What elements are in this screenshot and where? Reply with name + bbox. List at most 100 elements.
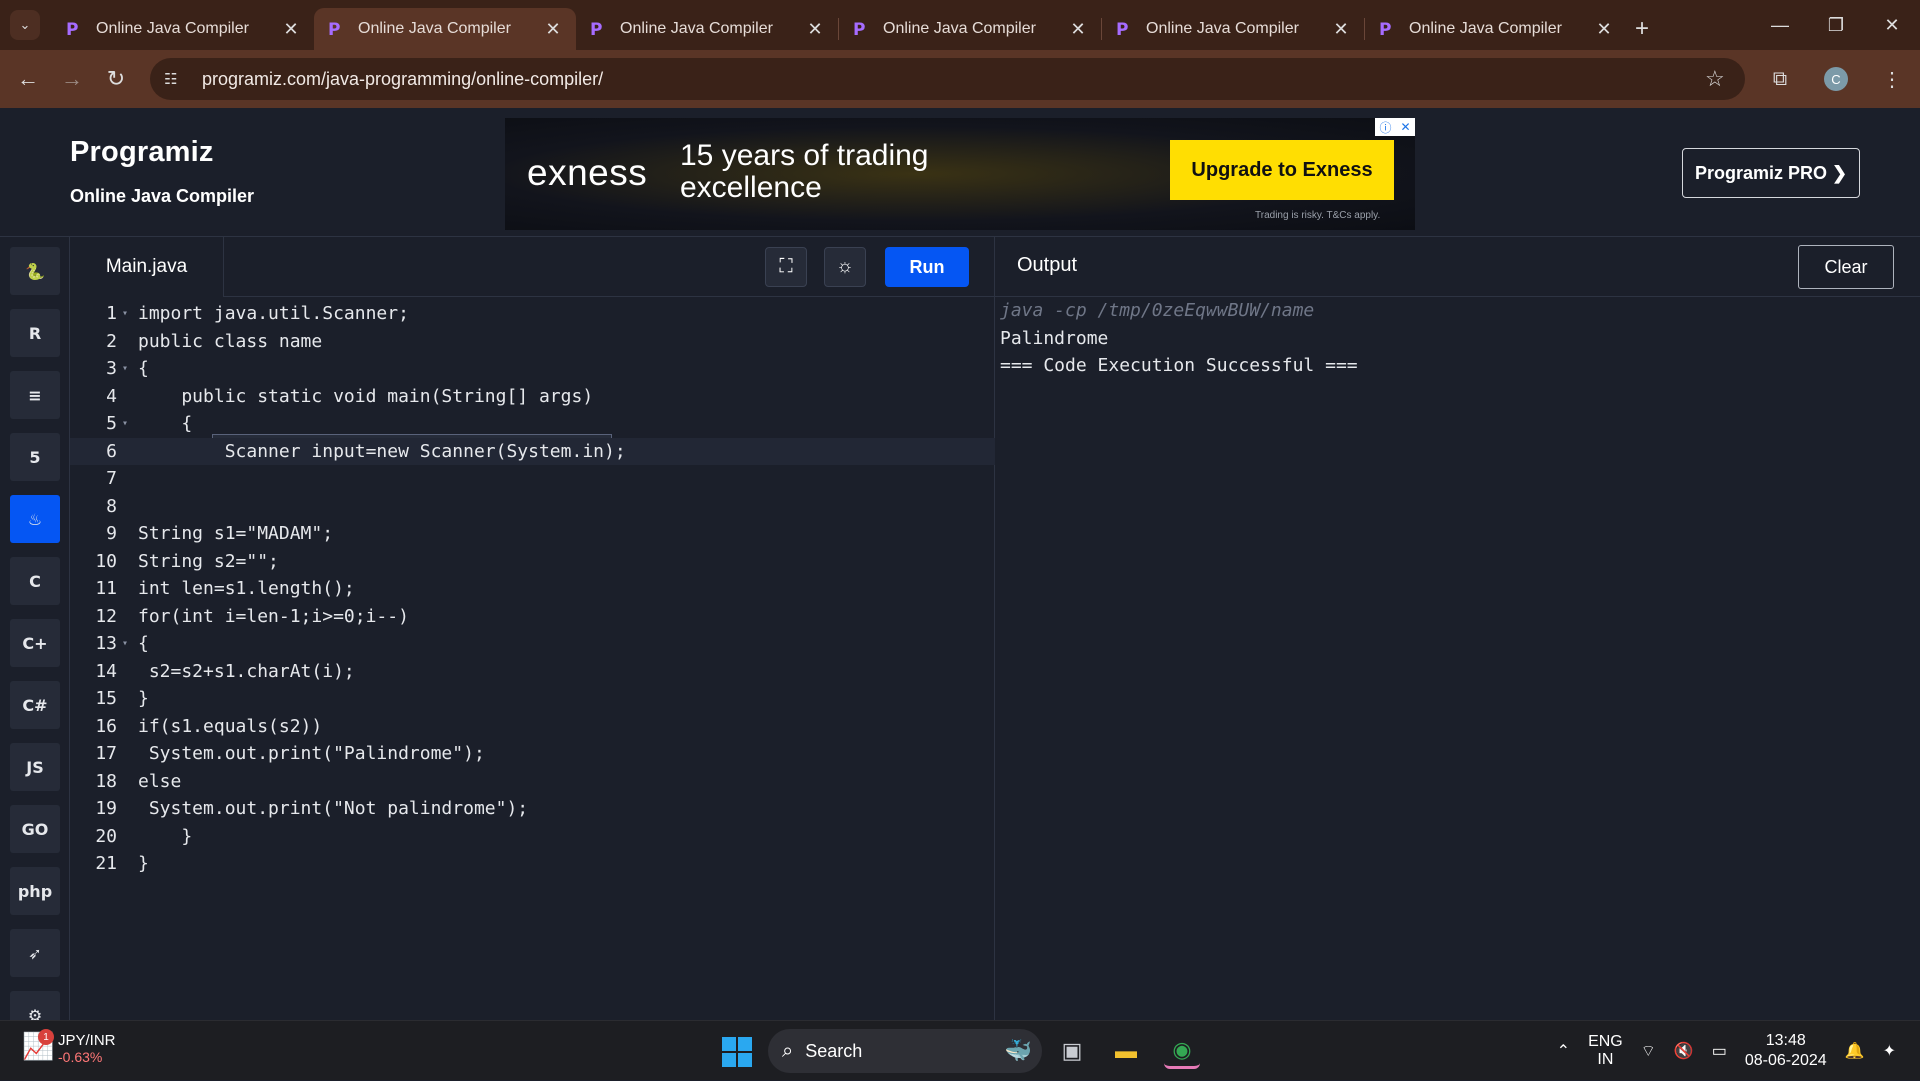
code-text[interactable]: String s1="MADAM"; — [138, 520, 333, 547]
code-text[interactable]: Scanner input=new Scanner(System.in); — [138, 438, 626, 465]
tab-search-button[interactable]: ⌄ — [10, 10, 40, 40]
fold-arrow-icon[interactable]: ▾ — [122, 630, 128, 657]
java-icon[interactable]: ♨ — [10, 495, 60, 543]
code-text[interactable]: } — [138, 850, 149, 877]
code-line[interactable]: 1 ▾ import java.util.Scanner; — [70, 300, 995, 327]
code-line[interactable]: 12 for(int i=len-1;i>=0;i--) — [70, 603, 995, 630]
code-line[interactable]: 3 ▾ { — [70, 355, 995, 382]
browser-menu-icon[interactable]: ⋮ — [1864, 67, 1920, 92]
code-line[interactable]: 18 else — [70, 768, 995, 795]
code-line[interactable]: 15} — [70, 685, 995, 712]
code-text[interactable]: { — [138, 410, 192, 437]
ad-banner[interactable]: exness 15 years of trading excellence Up… — [505, 118, 1415, 230]
input-language[interactable]: ENG IN — [1588, 1033, 1623, 1069]
bookmark-star-icon[interactable]: ☆ — [1705, 66, 1745, 92]
code-text[interactable]: String s2=""; — [138, 548, 279, 575]
close-tab-icon[interactable]: ✕ — [544, 19, 562, 40]
code-text[interactable]: for(int i=len-1;i>=0;i--) — [138, 603, 409, 630]
go-icon[interactable]: GO — [10, 805, 60, 853]
sql-icon[interactable]: ≡ — [10, 371, 60, 419]
start-button[interactable] — [722, 1037, 752, 1067]
code-line[interactable]: 7 — [70, 465, 995, 492]
code-text[interactable]: System.out.print("Not palindrome"); — [138, 795, 528, 822]
c-icon[interactable]: C — [10, 557, 60, 605]
code-line[interactable]: 14 s2=s2+s1.charAt(i); — [70, 658, 995, 685]
close-tab-icon[interactable]: ✕ — [806, 19, 824, 40]
browser-tab[interactable]: P Online Java Compiler ✕ — [52, 8, 314, 50]
copilot-icon[interactable]: ✦ — [1883, 1041, 1896, 1061]
code-line[interactable]: 5 ▾ { — [70, 410, 995, 437]
browser-tab[interactable]: P Online Java Compiler ✕ — [1102, 8, 1364, 50]
html-icon[interactable]: 5 — [10, 433, 60, 481]
code-line[interactable]: 13 ▾ { — [70, 630, 995, 657]
swift-icon[interactable]: ➶ — [10, 929, 60, 977]
theme-toggle-button[interactable]: ☼ — [824, 247, 866, 287]
back-button[interactable]: ← — [6, 66, 50, 92]
cpp-icon[interactable]: C+ — [10, 619, 60, 667]
volume-muted-icon[interactable]: 🔇 — [1674, 1041, 1694, 1061]
reload-button[interactable]: ↻ — [94, 66, 138, 92]
code-line[interactable]: 6 Scanner input=new Scanner(System.in); — [70, 437, 995, 465]
code-text[interactable]: int len=s1.length(); — [138, 575, 355, 602]
code-text[interactable]: if(s1.equals(s2)) — [138, 713, 322, 740]
extensions-icon[interactable]: ⧉ — [1752, 68, 1808, 91]
code-line[interactable]: 9 String s1="MADAM"; — [70, 520, 995, 547]
site-info-icon[interactable]: ☷ — [164, 70, 186, 88]
code-line[interactable]: 11 int len=s1.length(); — [70, 575, 995, 602]
code-text[interactable]: System.out.print("Palindrome"); — [138, 740, 485, 767]
task-view-icon[interactable]: ▣ — [1054, 1033, 1090, 1069]
file-explorer-icon[interactable]: ▬ — [1108, 1033, 1144, 1069]
notification-bell-icon[interactable]: 🔔 — [1845, 1041, 1865, 1061]
ad-cta-button[interactable]: Upgrade to Exness — [1170, 140, 1394, 200]
code-line[interactable]: 20 } — [70, 823, 995, 850]
fold-arrow-icon[interactable]: ▾ — [122, 410, 128, 437]
close-tab-icon[interactable]: ✕ — [1332, 19, 1350, 40]
run-button[interactable]: Run — [885, 247, 969, 287]
forward-button[interactable]: → — [50, 66, 94, 92]
close-tab-icon[interactable]: ✕ — [1595, 19, 1613, 40]
fullscreen-button[interactable]: ⛶ — [765, 247, 807, 287]
fold-arrow-icon[interactable]: ▾ — [122, 355, 128, 382]
browser-tab[interactable]: P Online Java Compiler ✕ — [576, 8, 838, 50]
javascript-icon[interactable]: JS — [10, 743, 60, 791]
r-icon[interactable]: R — [10, 309, 60, 357]
code-text[interactable]: } — [138, 823, 192, 850]
new-tab-button[interactable]: + — [1627, 8, 1657, 50]
show-hidden-icons[interactable]: ⌃ — [1557, 1041, 1570, 1061]
code-text[interactable]: } — [138, 685, 149, 712]
csharp-icon[interactable]: C# — [10, 681, 60, 729]
profile-avatar[interactable]: C — [1824, 67, 1848, 91]
taskbar-search[interactable]: ⌕ Search 🐳 — [768, 1029, 1042, 1073]
browser-tab[interactable]: P Online Java Compiler ✕ — [839, 8, 1101, 50]
code-line[interactable]: 10 String s2=""; — [70, 548, 995, 575]
code-text[interactable]: s2=s2+s1.charAt(i); — [138, 658, 355, 685]
code-line[interactable]: 17 System.out.print("Palindrome"); — [70, 740, 995, 767]
close-window-button[interactable]: ✕ — [1864, 0, 1920, 50]
browser-tab[interactable]: P Online Java Compiler ✕ — [314, 8, 576, 50]
code-line[interactable]: 2 public class name — [70, 328, 995, 355]
programiz-logo[interactable]: Programiz — [70, 136, 214, 169]
code-line[interactable]: 16 if(s1.equals(s2)) — [70, 713, 995, 740]
restore-button[interactable]: ❐ — [1808, 0, 1864, 50]
code-line[interactable]: 21} — [70, 850, 995, 877]
code-editor[interactable]: 1 ▾ import java.util.Scanner; 2 public class… — [70, 297, 995, 1021]
fold-arrow-icon[interactable]: ▾ — [122, 300, 128, 327]
minimize-button[interactable]: — — [1752, 0, 1808, 50]
code-text[interactable]: { — [138, 355, 149, 382]
battery-icon[interactable]: ▭ — [1712, 1041, 1727, 1061]
close-tab-icon[interactable]: ✕ — [282, 19, 300, 40]
python-icon[interactable]: 🐍 — [10, 247, 60, 295]
close-tab-icon[interactable]: ✕ — [1069, 19, 1087, 40]
ad-choices-icon[interactable]: ⓘ ✕ — [1375, 118, 1415, 136]
programiz-pro-button[interactable]: Programiz PRO ❯ — [1682, 148, 1860, 198]
clear-button[interactable]: Clear — [1798, 245, 1894, 289]
code-text[interactable]: else — [138, 768, 181, 795]
code-line[interactable]: 4 public static void main(String[] args) — [70, 383, 995, 410]
code-line[interactable]: 19 System.out.print("Not palindrome"); — [70, 795, 995, 822]
file-tab-main-java[interactable]: Main.java — [70, 237, 224, 297]
code-text[interactable]: { — [138, 630, 149, 657]
chrome-icon[interactable]: ◉ — [1164, 1033, 1200, 1069]
omnibox[interactable]: ☷ programiz.com/java-programming/online-… — [150, 58, 1745, 100]
wifi-icon[interactable]: ⌔ — [1641, 1041, 1656, 1061]
php-icon[interactable]: php — [10, 867, 60, 915]
